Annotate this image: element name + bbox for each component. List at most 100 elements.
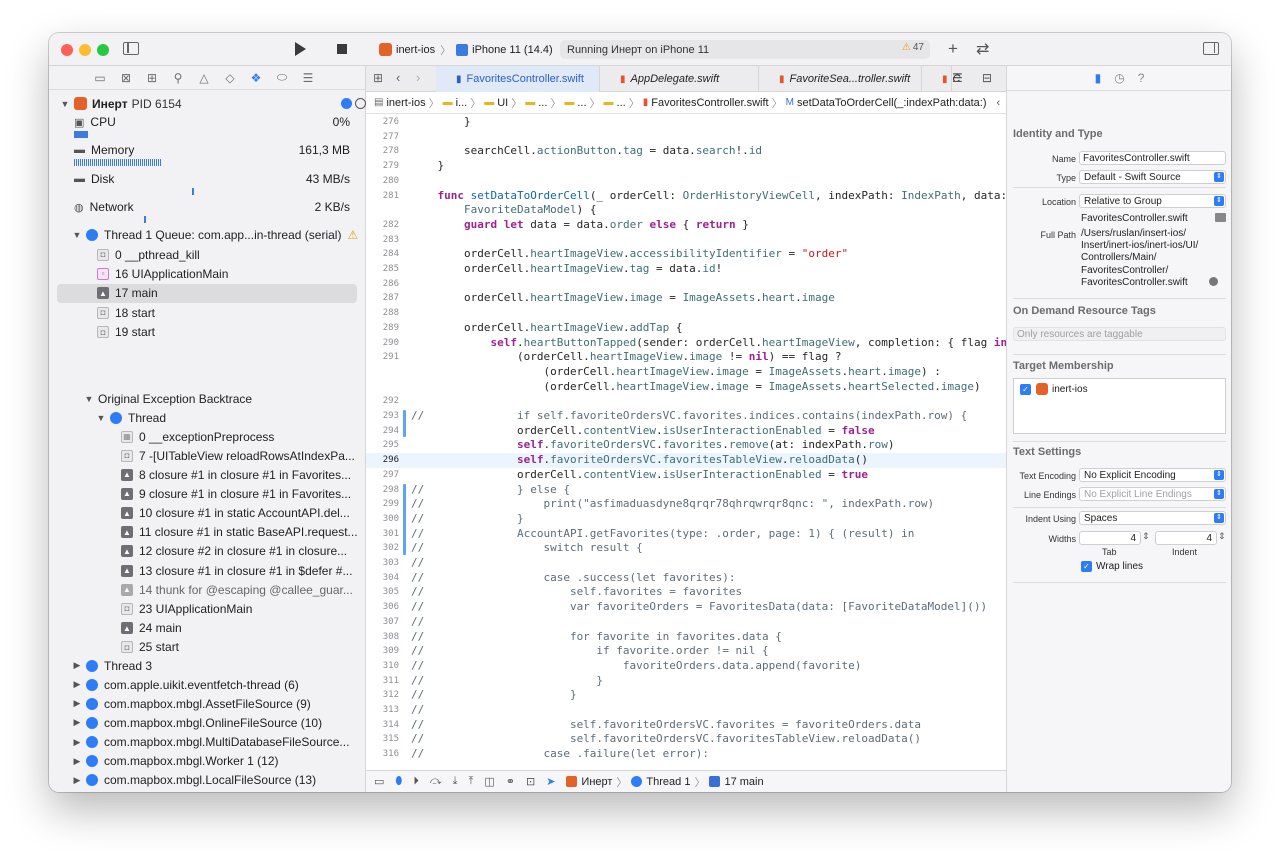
inspector-toggle-icon[interactable] [1203,42,1219,55]
checkbox-icon[interactable]: ✓ [1081,561,1092,572]
target-row[interactable]: ✓ inert-ios [1020,383,1088,395]
symbol-icon[interactable]: ⊞ [144,71,160,85]
process-row[interactable]: ▼ Инерт PID 6154 [59,94,366,113]
code-line[interactable]: 286 [366,277,1006,292]
gauge-disk[interactable]: ▬ Disk 43 MB/s [68,169,350,197]
code-line[interactable]: 302 // switch result { [366,541,1006,556]
step-over-icon[interactable]: ⤼ [430,775,442,788]
code-line[interactable]: (orderCell.heartImageView.image = ImageA… [366,380,1006,395]
jump-item[interactable]: FavoritesController.swift [651,97,768,109]
editor-tab[interactable]: ▮ C [922,66,960,92]
code-review-button[interactable]: ⇄ [976,39,989,59]
zoom-window-button[interactable] [97,44,109,56]
grid-icon[interactable]: ⊞ [373,71,383,85]
chevron-right-icon[interactable]: ▶ [71,679,83,690]
line-endings-select[interactable]: No Explicit Line Endings ⇕ [1079,487,1226,501]
thread-row[interactable]: ▶ com.mapbox.mbgl.AssetFileSource (9) [71,694,311,713]
stack-frame[interactable]: ◘ 0 __pthread_kill [57,245,357,264]
chevron-right-icon[interactable]: ▶ [71,660,83,671]
breakpoint-icon[interactable]: ⬭ [274,70,290,85]
debug-path-item[interactable]: Инерт [581,776,612,788]
debug-path[interactable]: Инерт 〉 Thread 1 〉 17 main [566,774,764,790]
editor-tab[interactable]: ▮ AppDelegate.swift [600,66,759,92]
chevron-down-icon[interactable]: ▼ [83,394,95,404]
view-hierarchy-icon[interactable]: ◫ [484,775,494,788]
info-icon[interactable] [341,98,352,109]
code-line[interactable]: 287 orderCell.heartImageView.image = Ima… [366,291,1006,306]
stack-frame[interactable]: ▲ 24 main [121,619,182,638]
close-window-button[interactable] [61,44,73,56]
warnings-badge[interactable]: ⚠ 47 [902,42,924,53]
code-line[interactable]: 292 [366,394,1006,409]
chevron-right-icon[interactable]: ▶ [71,717,83,728]
thread-row[interactable]: ▶ com.mapbox.mbgl.OnlineFileSource (10) [71,713,323,732]
sidebar-toggle-icon[interactable] [123,42,139,55]
stack-frame[interactable]: ◘ 18 start [57,303,357,322]
chevron-down-icon[interactable]: ▼ [59,99,71,109]
jump-item[interactable]: ... [617,97,626,109]
stop-icon[interactable] [337,44,347,54]
code-line[interactable]: 279 } [366,159,1006,174]
debug-path-item[interactable]: Thread 1 [646,776,690,788]
folder-icon[interactable] [1215,213,1226,222]
gauge-memory[interactable]: ▬ Memory 161,3 MB [68,140,350,168]
minimize-window-button[interactable] [79,44,91,56]
thread-row[interactable]: ▶ com.mapbox.mbgl.Worker 1 (12) [71,752,279,771]
jump-item[interactable]: ... [577,97,586,109]
chevron-down-icon[interactable]: ▼ [71,230,83,240]
code-area[interactable]: 276 } 277 278 searchCell.actionButton.tag … [366,114,1006,770]
code-line[interactable]: 298 // } else { [366,483,1006,498]
chevron-right-icon[interactable]: ▶ [71,775,83,786]
indent-using-select[interactable]: Spaces ⇕ [1079,511,1226,525]
stack-frame[interactable]: ◘ 7 -[UITableView reloadRowsAtIndexPa... [121,446,355,465]
code-line[interactable]: FavoriteDataModel) { [366,203,1006,218]
code-line[interactable]: 300 // } [366,512,1006,527]
code-line[interactable]: 294 orderCell.contentView.isUserInteract… [366,424,1006,439]
code-line[interactable]: 315 // self.favoriteOrdersVC.favoritesTab… [366,732,1006,747]
code-line[interactable]: 299 // print("asfimaduasdyne8qrqr78qhrqwr… [366,497,1006,512]
stack-frame[interactable]: ▲ 11 closure #1 in static BaseAPI.request… [121,523,358,542]
back-icon[interactable]: ‹ [396,70,400,85]
stack-frame[interactable]: ◘ 19 start [57,323,357,342]
encoding-select[interactable]: No Explicit Encoding ⇕ [1079,468,1226,482]
step-into-icon[interactable]: ⤓ [453,775,458,788]
issue-icon[interactable]: △ [196,71,212,85]
chevron-right-icon[interactable]: ▶ [71,756,83,767]
code-line[interactable]: 280 [366,174,1006,189]
code-line[interactable]: 311 // } [366,674,1006,689]
stack-frame[interactable]: ▲ 9 closure #1 in closure #1 in Favorites… [121,484,351,503]
stepper-icon[interactable]: ⇕ [1142,531,1150,542]
code-line[interactable]: 304 // case .success(let favorites): [366,571,1006,586]
scheme-selector[interactable]: inert-ios 〉 iPhone 11 (14.4) [379,41,553,58]
memory-graph-icon[interactable]: ⚭ [506,775,515,788]
stack-frame[interactable]: ◘ 23 UIApplicationMain [121,599,252,618]
code-line[interactable]: 307 // [366,615,1006,630]
code-line[interactable]: 290 self.heartButtonTapped(sender: order… [366,336,1006,351]
code-line[interactable]: 301 // AccountAPI.getFavorites(type: .ord… [366,527,1006,542]
code-line[interactable]: 296 self.favoriteOrdersVC.favoritesTable… [366,453,1006,468]
type-select[interactable]: Default - Swift Source ⇕ [1079,170,1226,184]
jump-item[interactable]: setDataToOrderCell(_:indexPath:data:) [797,97,987,109]
code-line[interactable]: 283 [366,233,1006,248]
reveal-arrow-icon[interactable] [1209,277,1218,286]
code-line[interactable]: 293 // if self.favoriteOrdersVC.favorites… [366,409,1006,424]
code-line[interactable]: 309 // if favorite.order != nil { [366,644,1006,659]
editor-options-icon[interactable]: ☰ [952,71,963,85]
stack-frame[interactable]: ▲ 13 closure #1 in closure #1 in $defer #… [121,561,352,580]
checkbox-icon[interactable]: ✓ [1020,383,1031,395]
code-line[interactable]: 295 self.favoriteOrdersVC.favorites.remo… [366,438,1006,453]
gauge-cpu[interactable]: ▣ CPU 0% [68,112,350,140]
stack-frame[interactable]: ▲ 17 main [57,283,357,303]
backtrace-thread-row[interactable]: ▼ Thread [95,408,167,427]
file-icon[interactable]: ▮ [1095,71,1102,85]
activity-viewer[interactable]: Running Инерт on iPhone 11 ⚠ 47 [560,40,930,59]
chevron-left-icon[interactable]: ‹ [997,97,1001,109]
stepper-icon[interactable]: ⇕ [1218,531,1226,542]
report-icon[interactable]: ☰ [300,71,316,85]
code-line[interactable]: 276 } [366,115,1006,130]
thread-row[interactable]: ▶ com.mapbox.mbgl.MultiDatabaseFileSource… [71,733,350,752]
folder-icon[interactable]: ▭ [92,71,108,85]
code-line[interactable]: 288 [366,306,1006,321]
thread-row[interactable]: ▶ com.apple.uikit.eventfetch-thread (6) [71,675,299,694]
breakpoints-toggle-icon[interactable]: ⬮ [395,775,402,788]
